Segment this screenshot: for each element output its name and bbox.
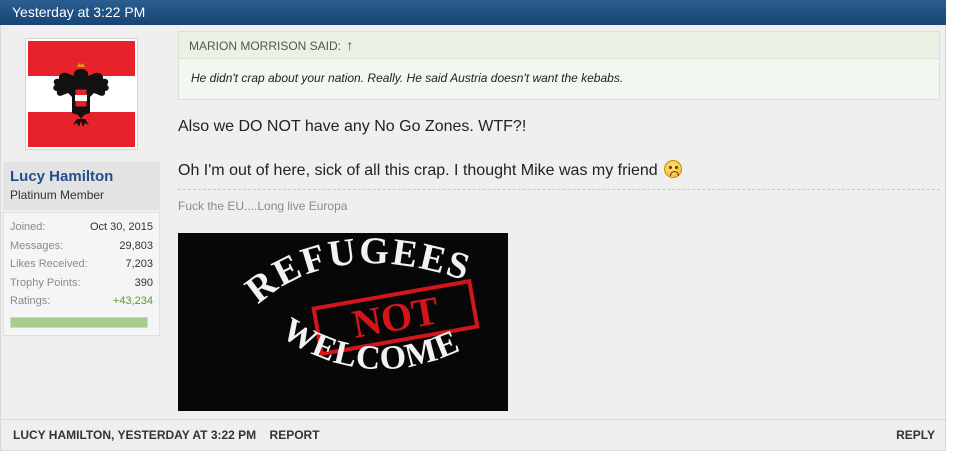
signature-text: Fuck the EU....Long live Europa — [178, 199, 348, 213]
message-line-1: Also we DO NOT have any No Go Zones. WTF… — [178, 118, 527, 135]
report-link[interactable]: Report — [270, 428, 320, 442]
signature-divider — [178, 189, 940, 190]
up-arrow-icon[interactable]: ↑ — [346, 37, 353, 53]
user-stats: Joined: Oct 30, 2015 Messages: 29,803 Li… — [3, 212, 160, 336]
stat-label: Trophy Points: — [10, 276, 81, 289]
footer-author[interactable]: Lucy Hamilton — [13, 428, 111, 442]
user-name-box: Lucy Hamilton Platinum Member — [3, 162, 160, 210]
post-meta: Lucy Hamilton, Yesterday at 3:22 PM Repo… — [13, 428, 320, 442]
quote-header: MARION MORRISON SAID: ↑ — [179, 32, 939, 59]
post-footer: Lucy Hamilton, Yesterday at 3:22 PM Repo… — [1, 419, 947, 451]
stat-label: Joined: — [10, 221, 46, 233]
user-title: Platinum Member — [10, 188, 105, 202]
austria-flag-eagle-avatar — [28, 41, 135, 147]
stat-label: Ratings: — [10, 295, 51, 307]
stat-value[interactable]: 29,803 — [119, 237, 153, 256]
forum-post: Yesterday at 3:22 PM Lucy Hamilton Plati… — [0, 0, 947, 466]
stat-value: 7,203 — [125, 258, 153, 270]
rating-bar — [10, 316, 148, 328]
post-date[interactable]: Yesterday at 3:22 PM — [12, 4, 145, 20]
reply-button[interactable]: REPLY — [896, 428, 935, 442]
stat-likes: Likes Received: 7,203 — [10, 255, 153, 274]
quote-text: He didn't crap about your nation. Really… — [191, 71, 624, 85]
footer-time[interactable]: Yesterday at 3:22 PM — [117, 428, 256, 442]
stat-value: +43,234 — [112, 295, 153, 307]
stat-messages: Messages: 29,803 — [10, 237, 153, 256]
stat-label: Likes Received: — [10, 258, 88, 270]
post-date-bar: Yesterday at 3:22 PM — [0, 0, 946, 25]
post-body: Lucy Hamilton Platinum Member Joined: Oc… — [0, 25, 947, 451]
username[interactable]: Lucy Hamilton — [10, 168, 160, 185]
quote-author: MARION MORRISON SAID: — [189, 39, 342, 53]
quote-block: MARION MORRISON SAID: ↑ He didn't crap a… — [178, 31, 940, 100]
message-text: Oh I'm out of here, sick of all this cra… — [178, 162, 658, 179]
stat-trophy-points: Trophy Points: 390 — [10, 274, 153, 293]
footer-separator: , — [111, 428, 115, 442]
refugees-not-welcome-graphic: REFUGEES NOT WELCOME — [178, 233, 508, 411]
stat-ratings: Ratings: +43,234 — [10, 292, 153, 311]
stat-value[interactable]: 390 — [135, 274, 153, 293]
avatar[interactable] — [25, 38, 138, 150]
signature-image: REFUGEES NOT WELCOME — [178, 233, 508, 411]
frowning-face-emoji-icon — [664, 160, 683, 178]
stat-label: Messages: — [10, 239, 64, 252]
stat-value: Oct 30, 2015 — [90, 221, 153, 233]
message-line-2: Oh I'm out of here, sick of all this cra… — [178, 160, 683, 180]
stat-joined: Joined: Oct 30, 2015 — [10, 218, 153, 237]
